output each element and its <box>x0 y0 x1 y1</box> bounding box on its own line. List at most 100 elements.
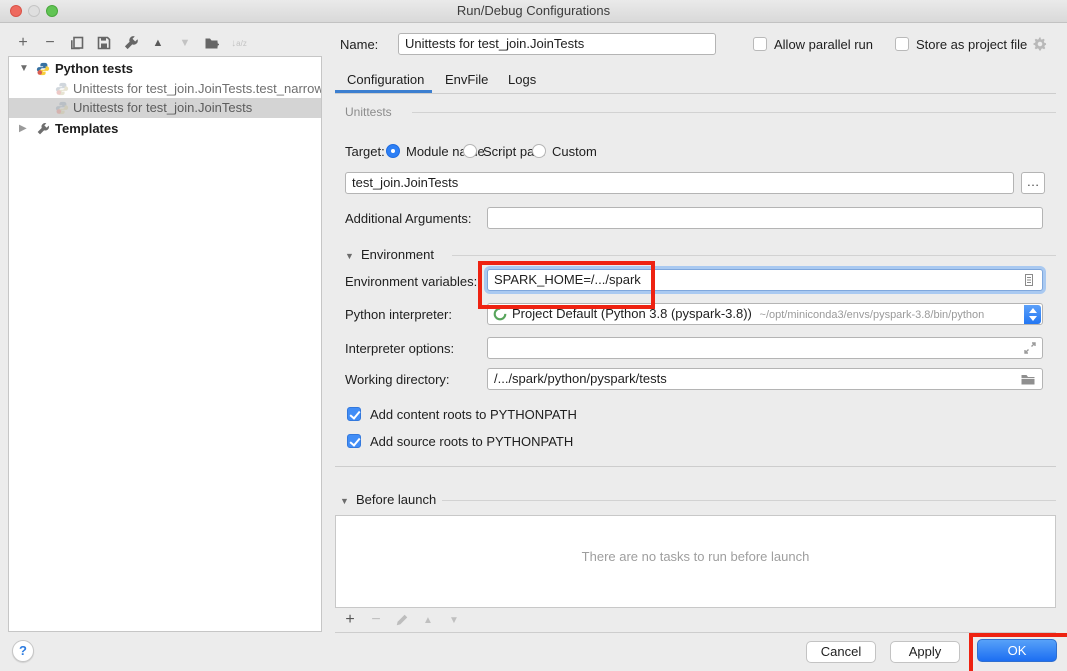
templates-wrench-icon <box>36 122 50 136</box>
environment-variables-input[interactable]: SPARK_HOME=/.../spark <box>487 269 1043 291</box>
interpreter-options-label: Interpreter options: <box>345 340 454 358</box>
interpreter-options-input[interactable] <box>487 337 1043 359</box>
add-source-roots-label[interactable]: Add source roots to PYTHONPATH <box>370 433 573 451</box>
new-folder-icon <box>204 35 220 51</box>
tree-item-unittest-narrow[interactable]: Unittests for test_join.JoinTests.test_n… <box>9 79 321 99</box>
wrench-icon <box>123 35 139 51</box>
move-task-down-button: ▼ <box>444 610 464 630</box>
settings-gear-icon[interactable] <box>1032 36 1048 52</box>
group-divider <box>412 112 1056 113</box>
environment-section-label[interactable]: Environment <box>361 247 434 263</box>
additional-arguments-input[interactable] <box>487 207 1043 229</box>
save-icon <box>96 35 112 51</box>
expand-field-icon[interactable] <box>1022 340 1038 356</box>
tree-item-label[interactable]: Templates <box>55 119 118 139</box>
working-directory-input[interactable]: /.../spark/python/pyspark/tests <box>487 368 1043 390</box>
tree-item-label[interactable]: Unittests for test_join.JoinTests.test_n… <box>73 79 322 99</box>
tab-logs[interactable]: Logs <box>508 69 536 91</box>
arrow-down-icon: ▼ <box>180 37 191 49</box>
tree-item-templates[interactable]: ▶ Templates <box>9 119 321 139</box>
empty-tasks-message: There are no tasks to run before launch <box>336 549 1055 564</box>
title-bar: Run/Debug Configurations <box>0 0 1067 23</box>
apply-button[interactable]: Apply <box>890 641 960 663</box>
python-interpreter-path: ~/opt/miniconda3/envs/pyspark-3.8/bin/py… <box>760 309 985 321</box>
environment-collapse-icon[interactable]: ▼ <box>345 248 354 264</box>
minus-icon: − <box>45 34 54 52</box>
before-launch-collapse-icon[interactable]: ▼ <box>340 493 349 509</box>
copy-icon <box>69 35 85 51</box>
arrow-down-icon: ▼ <box>449 615 459 626</box>
zoom-window-button[interactable] <box>46 5 58 17</box>
ok-button[interactable]: OK <box>977 639 1057 662</box>
config-panel-divider <box>335 466 1056 467</box>
tab-configuration[interactable]: Configuration <box>347 69 424 91</box>
edit-task-button <box>392 610 412 630</box>
folder-icon[interactable] <box>1020 371 1036 387</box>
target-radio-custom[interactable] <box>532 144 546 158</box>
run-debug-configurations-dialog: Run/Debug Configurations + − ▲ ▼ ↓a/z ▼ <box>0 0 1067 671</box>
group-divider <box>442 500 1056 501</box>
interpreter-dropdown-stepper-icon[interactable] <box>1024 305 1041 324</box>
before-launch-divider <box>335 632 1056 633</box>
target-radio-module-name[interactable] <box>386 144 400 158</box>
name-label: Name: <box>340 36 378 54</box>
store-as-project-file-label[interactable]: Store as project file <box>916 36 1027 54</box>
close-window-button[interactable] <box>10 5 22 17</box>
tabs-divider <box>335 93 1056 94</box>
add-configuration-button[interactable]: + <box>12 32 34 54</box>
add-content-roots-checkbox[interactable] <box>347 407 361 421</box>
python-interpreter-select[interactable]: Project Default (Python 3.8 (pyspark-3.8… <box>487 303 1043 325</box>
save-configuration-button[interactable] <box>93 32 115 54</box>
tab-envfile[interactable]: EnvFile <box>445 69 488 91</box>
window-title: Run/Debug Configurations <box>0 0 1067 22</box>
target-radio-script-path[interactable] <box>463 144 477 158</box>
python-tests-icon <box>36 62 50 76</box>
plus-icon: + <box>345 611 354 629</box>
unittests-group-label: Unittests <box>345 104 392 120</box>
configurations-tree: ▼ Python tests Unittests for test_join.J… <box>8 56 322 632</box>
add-source-roots-checkbox[interactable] <box>347 434 361 448</box>
environment-variables-label: Environment variables: <box>345 273 477 291</box>
tree-item-label[interactable]: Python tests <box>55 59 133 79</box>
name-input[interactable]: Unittests for test_join.JoinTests <box>398 33 716 55</box>
minimize-window-button <box>28 5 40 17</box>
move-up-button[interactable]: ▲ <box>147 32 169 54</box>
plus-icon: + <box>18 34 27 52</box>
additional-arguments-label: Additional Arguments: <box>345 210 471 228</box>
group-divider <box>452 255 1056 256</box>
browse-module-button[interactable]: … <box>1021 172 1045 194</box>
allow-parallel-run-label[interactable]: Allow parallel run <box>774 36 873 54</box>
python-test-icon <box>55 82 69 96</box>
add-content-roots-label[interactable]: Add content roots to PYTHONPATH <box>370 406 577 424</box>
arrow-up-icon: ▲ <box>153 37 164 49</box>
python-test-icon <box>55 101 69 115</box>
copy-configuration-button[interactable] <box>66 32 88 54</box>
chevron-right-icon[interactable]: ▶ <box>19 119 27 139</box>
tree-item-label[interactable]: Unittests for test_join.JoinTests <box>73 98 252 118</box>
edit-variables-icon[interactable] <box>1021 272 1037 288</box>
help-button[interactable]: ? <box>12 640 34 662</box>
before-launch-task-list: There are no tasks to run before launch <box>335 515 1056 608</box>
tree-item-python-tests[interactable]: ▼ Python tests <box>9 59 321 79</box>
before-launch-section-label[interactable]: Before launch <box>356 492 436 508</box>
target-radio-custom-label[interactable]: Custom <box>552 143 597 161</box>
add-task-button[interactable]: + <box>340 610 360 630</box>
arrow-up-icon: ▲ <box>423 615 433 626</box>
sort-configurations-button: ↓a/z <box>228 32 250 54</box>
tree-item-unittest-jointests-selected[interactable]: Unittests for test_join.JoinTests <box>9 98 321 118</box>
minus-icon: − <box>371 611 380 629</box>
new-folder-button[interactable] <box>201 32 223 54</box>
pencil-icon <box>395 613 409 627</box>
working-directory-label: Working directory: <box>345 371 450 389</box>
edit-templates-button[interactable] <box>120 32 142 54</box>
move-down-button: ▼ <box>174 32 196 54</box>
cancel-button[interactable]: Cancel <box>806 641 876 663</box>
target-label: Target: <box>345 143 385 161</box>
remove-configuration-button[interactable]: − <box>39 32 61 54</box>
remove-task-button: − <box>366 610 386 630</box>
allow-parallel-run-checkbox[interactable] <box>753 37 767 51</box>
module-name-input[interactable]: test_join.JoinTests <box>345 172 1014 194</box>
interpreter-env-icon <box>492 306 508 322</box>
chevron-down-icon[interactable]: ▼ <box>19 59 29 79</box>
store-as-project-file-checkbox[interactable] <box>895 37 909 51</box>
